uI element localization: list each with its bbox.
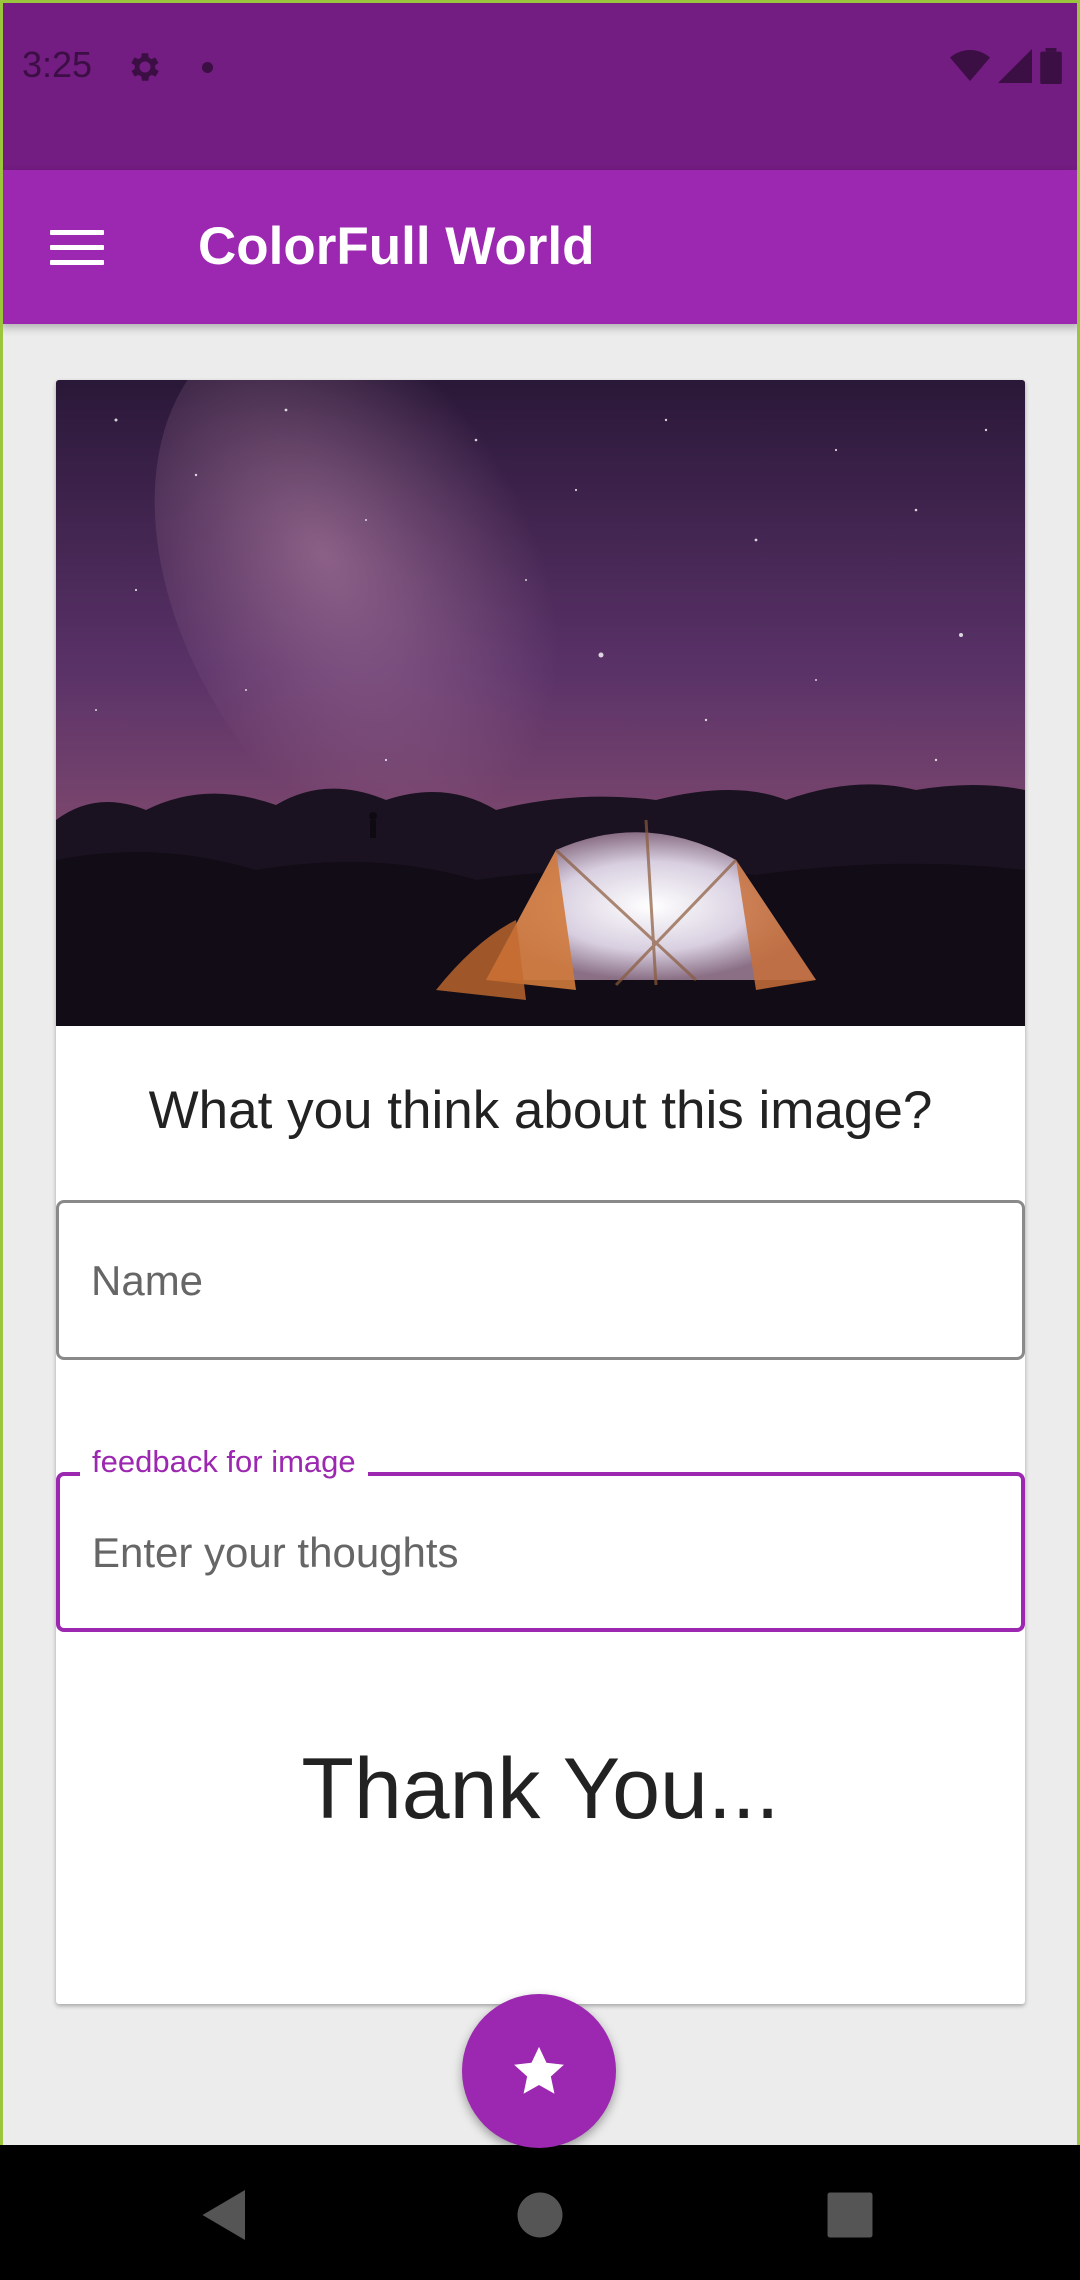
- app-title: ColorFull World: [198, 217, 595, 276]
- feedback-label: feedback for image: [80, 1444, 368, 1480]
- question-text: What you think about this image?: [148, 1081, 933, 1140]
- recents-icon[interactable]: [820, 2185, 880, 2245]
- gear-icon: [131, 53, 159, 81]
- name-field[interactable]: [56, 1200, 1025, 1360]
- thank-you-text: Thank You...: [301, 1741, 780, 1837]
- menu-icon[interactable]: [50, 230, 104, 266]
- feedback-input[interactable]: [90, 1476, 974, 1630]
- status-time: 3:25: [22, 44, 93, 85]
- app-bar: ColorFull World: [0, 170, 1080, 324]
- status-icons: [950, 48, 1062, 84]
- favorite-fab[interactable]: [462, 1994, 616, 2148]
- battery-icon: [1040, 48, 1062, 84]
- notification-dot: [202, 62, 213, 73]
- wifi-icon: [950, 50, 990, 81]
- name-input[interactable]: [89, 1203, 973, 1359]
- feedback-card: What you think about this image? feedbac…: [56, 380, 1025, 2004]
- star-icon: [514, 2046, 564, 2094]
- signal-icon: [998, 49, 1032, 83]
- feedback-field[interactable]: feedback for image: [56, 1444, 1025, 1632]
- system-nav-bar: [0, 2145, 1080, 2280]
- home-icon[interactable]: [510, 2185, 570, 2245]
- back-icon[interactable]: [195, 2185, 255, 2245]
- hero-image: [56, 380, 1025, 1026]
- status-bar: 3:25: [0, 0, 1080, 170]
